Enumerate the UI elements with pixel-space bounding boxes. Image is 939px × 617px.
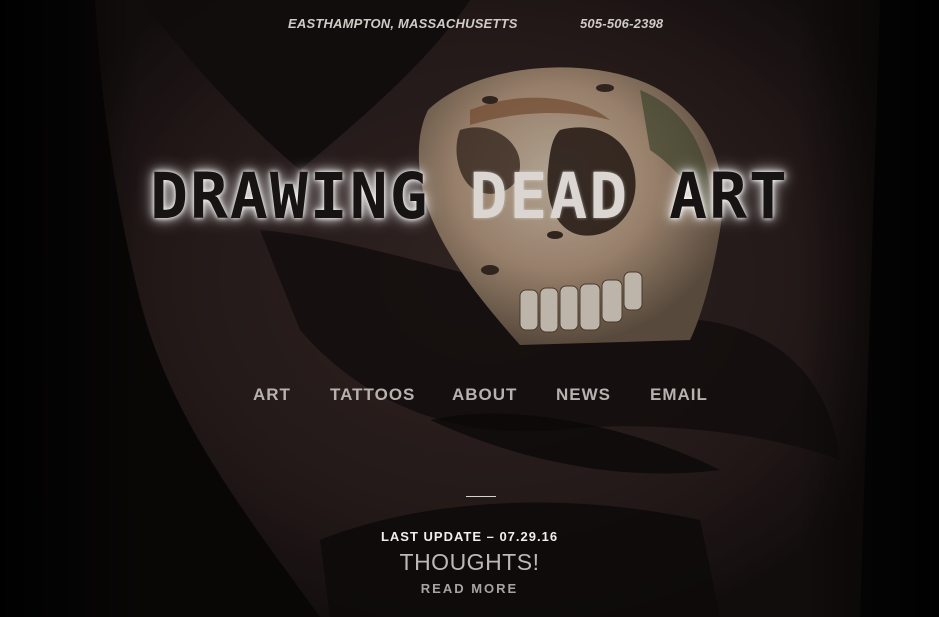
- nav-item-art[interactable]: ART: [253, 385, 291, 405]
- title-part-drawing: DRAWING: [150, 160, 470, 233]
- nav-item-email[interactable]: EMAIL: [650, 385, 708, 405]
- site-logo-title[interactable]: DRAWING DEAD ART: [0, 160, 939, 233]
- contact-bar: EASTHAMPTON, MASSACHUSETTS 505-506-2398: [0, 16, 939, 36]
- post-title-link[interactable]: THOUGHTS!: [0, 549, 939, 576]
- phone-number[interactable]: 505-506-2398: [580, 16, 663, 31]
- read-more-link[interactable]: READ MORE: [421, 581, 518, 596]
- main-navigation: ART TATTOOS ABOUT NEWS EMAIL: [0, 385, 939, 409]
- nav-item-tattoos[interactable]: TATTOOS: [330, 385, 415, 405]
- nav-item-news[interactable]: NEWS: [556, 385, 611, 405]
- last-update-label: LAST UPDATE – 07.29.16: [380, 529, 559, 544]
- title-part-art: ART: [629, 160, 789, 233]
- section-divider: [466, 496, 496, 497]
- hero-background-image: [0, 0, 939, 617]
- read-more-container: READ MORE: [0, 581, 939, 596]
- location-text: EASTHAMPTON, MASSACHUSETTS: [288, 16, 518, 31]
- nav-item-about[interactable]: ABOUT: [452, 385, 517, 405]
- title-part-dead: DEAD: [469, 160, 630, 233]
